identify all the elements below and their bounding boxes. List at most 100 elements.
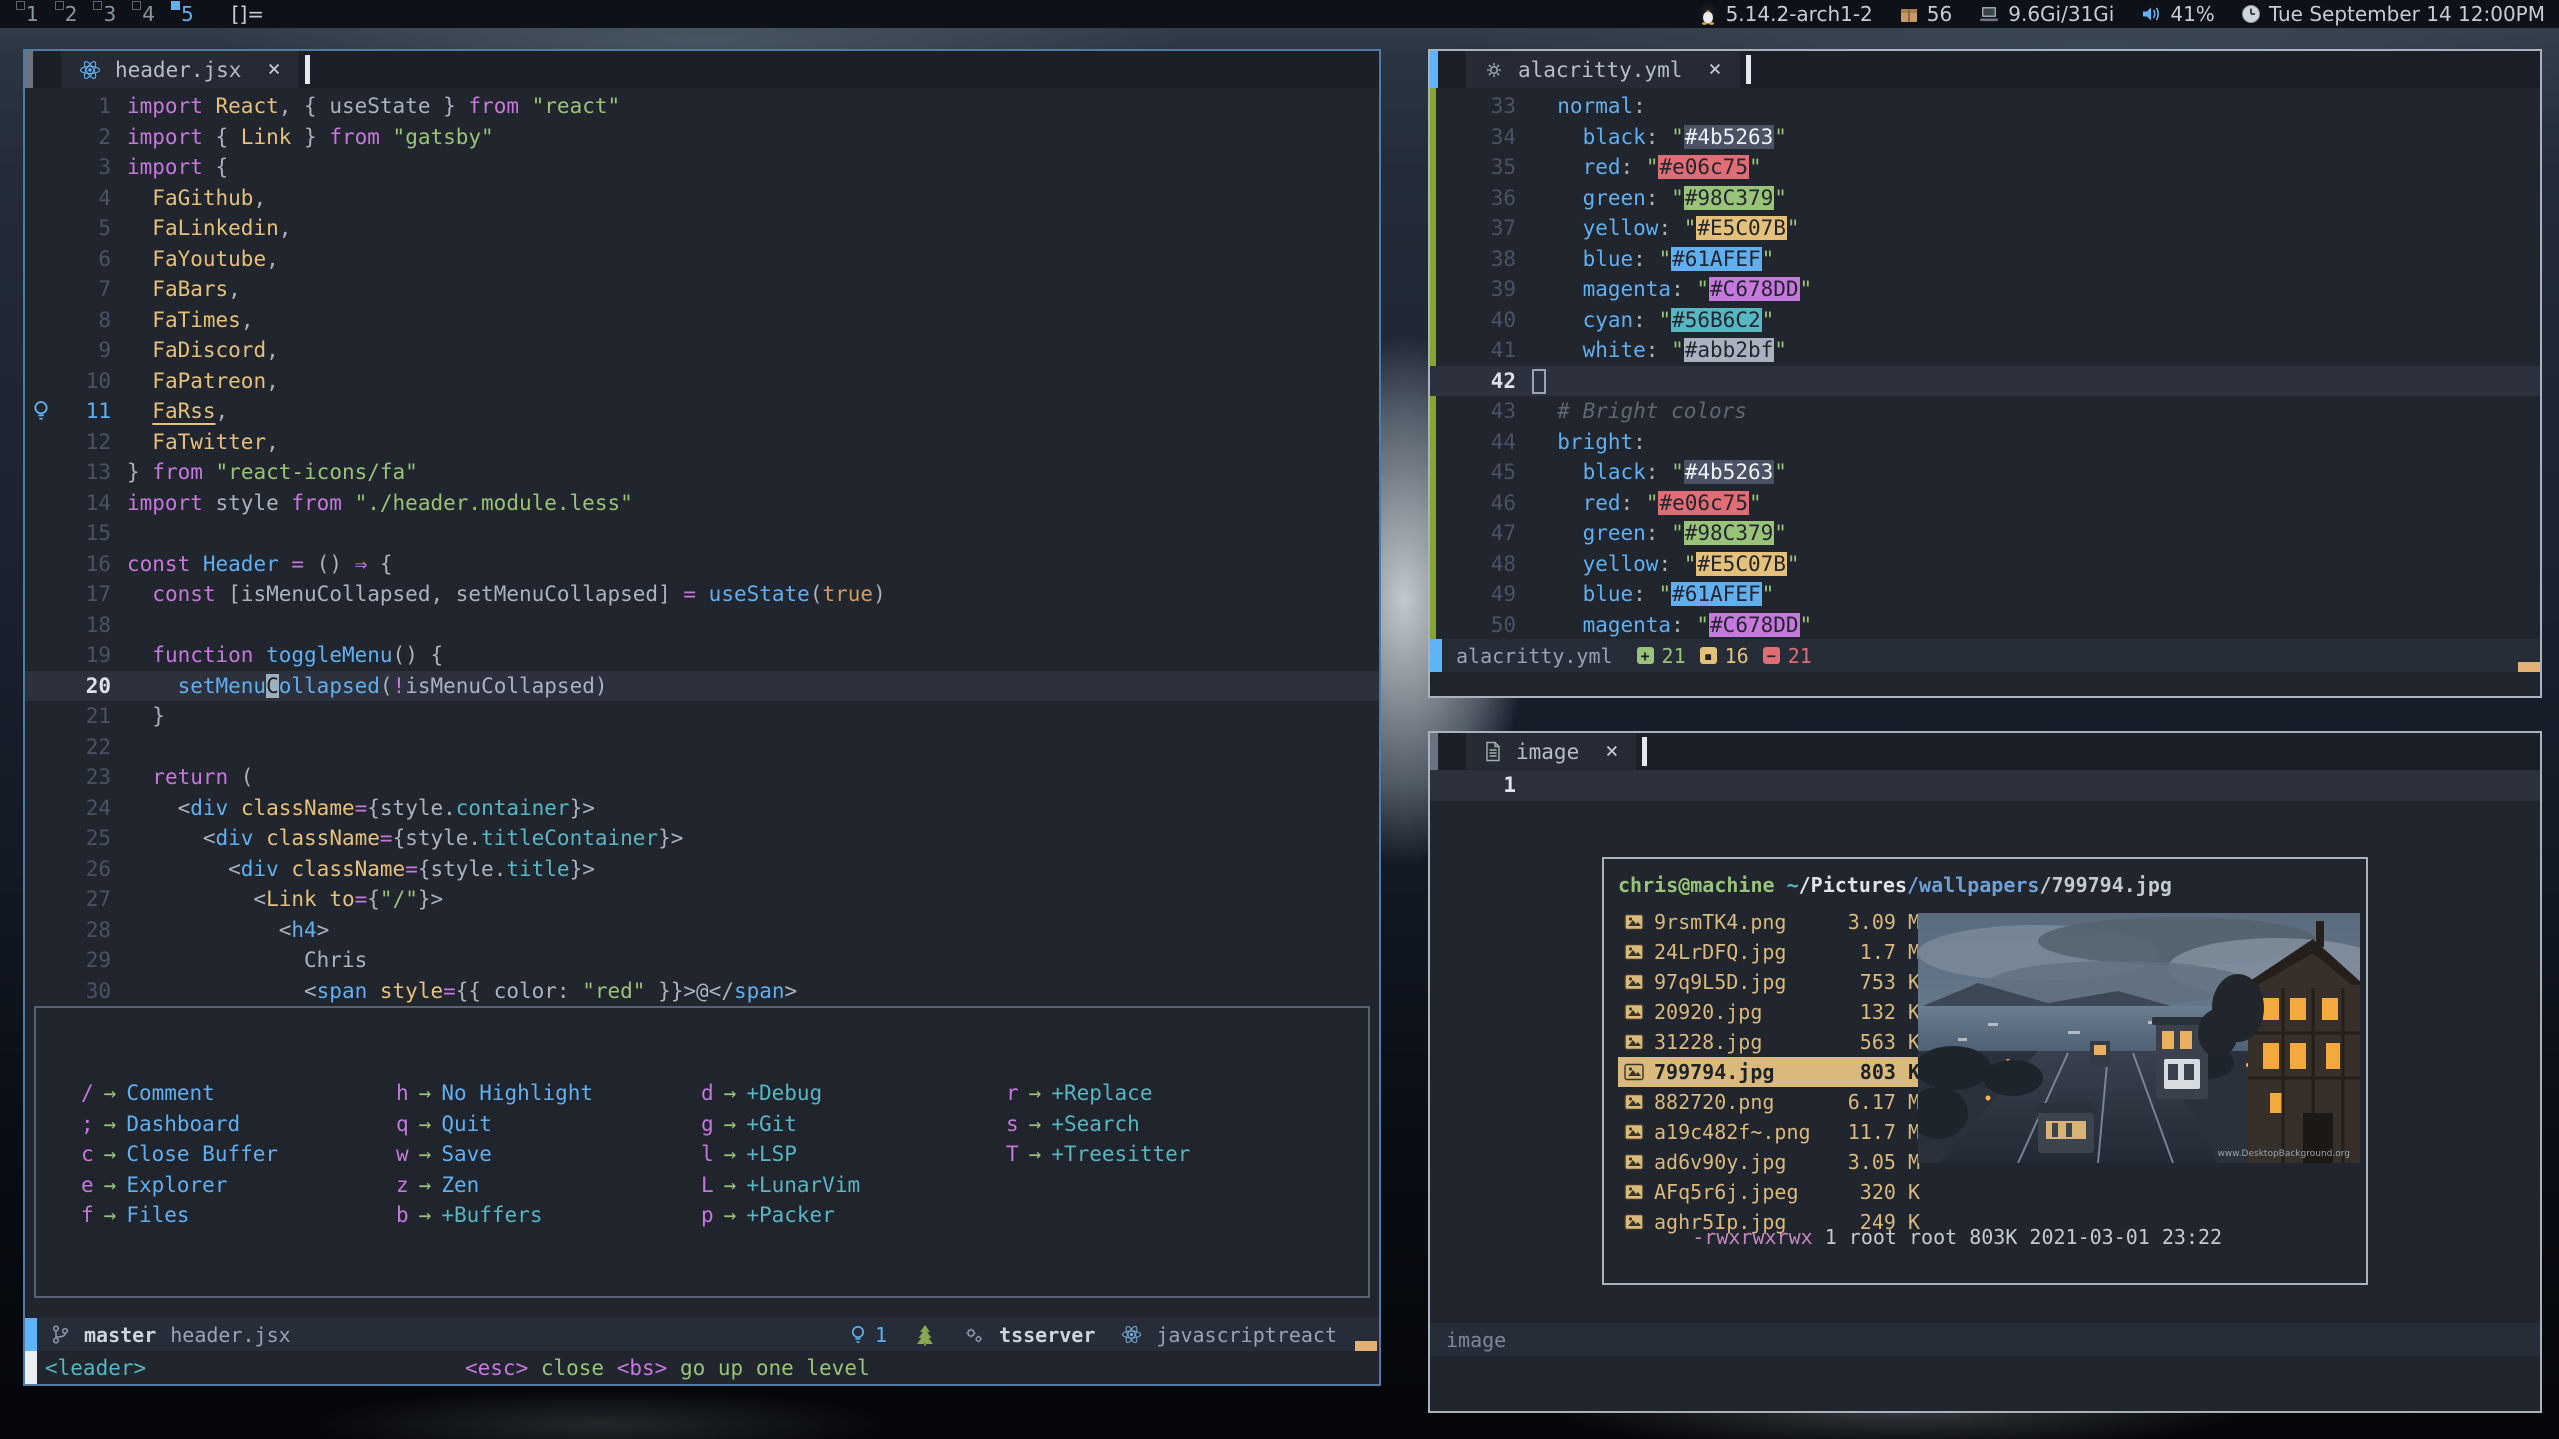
keybinding-no-highlight[interactable]: h→No Highlight bbox=[396, 1078, 701, 1109]
git-branch-name[interactable]: master bbox=[84, 1323, 156, 1347]
code-line-24[interactable]: 24 <div className={style.container}> bbox=[25, 793, 1379, 824]
code-line-39[interactable]: 39 magenta: "#C678DD" bbox=[1430, 274, 2540, 305]
close-icon[interactable]: × bbox=[267, 57, 280, 82]
keybinding-zen[interactable]: z→Zen bbox=[396, 1170, 701, 1201]
file-row-24LrDFQ.jpg[interactable]: 24LrDFQ.jpg1.7 M bbox=[1618, 937, 1920, 967]
keybinding-explorer[interactable]: e→Explorer bbox=[81, 1170, 396, 1201]
keybinding--buffers[interactable]: b→+Buffers bbox=[396, 1200, 701, 1231]
code-line-26[interactable]: 26 <div className={style.title}> bbox=[25, 854, 1379, 885]
keybinding-files[interactable]: f→Files bbox=[81, 1200, 396, 1231]
code-line-5[interactable]: 5 FaLinkedin, bbox=[25, 213, 1379, 244]
code-line-44[interactable]: 44 bright: bbox=[1430, 427, 2540, 458]
code-line-19[interactable]: 19 function toggleMenu() { bbox=[25, 640, 1379, 671]
tab-alacritty-yml[interactable]: alacritty.yml × bbox=[1466, 51, 1740, 88]
file-row-31228.jpg[interactable]: 31228.jpg563 K bbox=[1618, 1027, 1920, 1057]
code-line-29[interactable]: 29 Chris bbox=[25, 945, 1379, 976]
code-line-10[interactable]: 10 FaPatreon, bbox=[25, 366, 1379, 397]
code-line-21[interactable]: 21 } bbox=[25, 701, 1379, 732]
file-row-9rsmTK4.png[interactable]: 9rsmTK4.png3.09 M bbox=[1618, 907, 1920, 937]
keybinding--git[interactable]: g→+Git bbox=[701, 1109, 1006, 1140]
code-line-30[interactable]: 30 <span style={{ color: "red" }}>@</spa… bbox=[25, 976, 1379, 1007]
code-line-22[interactable]: 22 bbox=[25, 732, 1379, 763]
code-line-34[interactable]: 34 black: "#4b5263" bbox=[1430, 122, 2540, 153]
code-line-40[interactable]: 40 cyan: "#56B6C2" bbox=[1430, 305, 2540, 336]
code-line-13[interactable]: 13} from "react-icons/fa" bbox=[25, 457, 1379, 488]
keybinding-save[interactable]: w→Save bbox=[396, 1139, 701, 1170]
code-line-3[interactable]: 3import { bbox=[25, 152, 1379, 183]
scroll-indicator[interactable] bbox=[2518, 662, 2540, 672]
file-row-882720.png[interactable]: 882720.png6.17 M bbox=[1618, 1087, 1920, 1117]
code-line-38[interactable]: 38 blue: "#61AFEF" bbox=[1430, 244, 2540, 275]
keybinding--search[interactable]: s→+Search bbox=[1006, 1109, 1190, 1140]
keybinding--lunarvim[interactable]: L→+LunarVim bbox=[701, 1170, 1006, 1201]
code-line-25[interactable]: 25 <div className={style.titleContainer}… bbox=[25, 823, 1379, 854]
code-line-2[interactable]: 2import { Link } from "gatsby" bbox=[25, 122, 1379, 153]
left-code-area[interactable]: 1import React, { useState } from "react"… bbox=[25, 88, 1379, 1006]
file-row-a19c482f~.png[interactable]: a19c482f~.png11.7 M bbox=[1618, 1117, 1920, 1147]
topright-code-area[interactable]: 33 normal:34 black: "#4b5263"35 red: "#e… bbox=[1430, 88, 2540, 640]
line-number: 13 bbox=[25, 457, 127, 488]
close-icon[interactable]: × bbox=[1605, 739, 1618, 764]
code-line-43[interactable]: 43 # Bright colors bbox=[1430, 396, 2540, 427]
code-line-42[interactable]: 42 bbox=[1430, 366, 2540, 397]
code-line-47[interactable]: 47 green: "#98C379" bbox=[1430, 518, 2540, 549]
line-number: 1 bbox=[25, 91, 127, 122]
workspace-3[interactable]: 3 bbox=[103, 2, 116, 26]
code-line-14[interactable]: 14import style from "./header.module.les… bbox=[25, 488, 1379, 519]
workspace-4[interactable]: 4 bbox=[142, 2, 155, 26]
keybinding-quit[interactable]: q→Quit bbox=[396, 1109, 701, 1140]
keybinding--packer[interactable]: p→+Packer bbox=[701, 1200, 1006, 1231]
penguin-icon bbox=[1698, 3, 1718, 25]
file-row-ad6v90y.jpg[interactable]: ad6v90y.jpg3.05 M bbox=[1618, 1147, 1920, 1177]
code-line-48[interactable]: 48 yellow: "#E5C07B" bbox=[1430, 549, 2540, 580]
code-line-23[interactable]: 23 return ( bbox=[25, 762, 1379, 793]
code-line-1[interactable]: 1import React, { useState } from "react" bbox=[25, 91, 1379, 122]
code-line-28[interactable]: 28 <h4> bbox=[25, 915, 1379, 946]
code-line-11[interactable]: 11 FaRss, bbox=[25, 396, 1379, 427]
current-line[interactable]: 1 bbox=[1430, 770, 2540, 801]
code-line-27[interactable]: 27 <Link to={"/"}> bbox=[25, 884, 1379, 915]
file-row-20920.jpg[interactable]: 20920.jpg132 K bbox=[1618, 997, 1920, 1027]
layout-symbol[interactable]: []= bbox=[232, 2, 264, 26]
code-line-49[interactable]: 49 blue: "#61AFEF" bbox=[1430, 579, 2540, 610]
code-line-37[interactable]: 37 yellow: "#E5C07B" bbox=[1430, 213, 2540, 244]
keybinding--replace[interactable]: r→+Replace bbox=[1006, 1078, 1190, 1109]
keybinding--debug[interactable]: d→+Debug bbox=[701, 1078, 1006, 1109]
close-icon[interactable]: × bbox=[1708, 57, 1721, 82]
code-line-35[interactable]: 35 red: "#e06c75" bbox=[1430, 152, 2540, 183]
code-line-7[interactable]: 7 FaBars, bbox=[25, 274, 1379, 305]
code-line-17[interactable]: 17 const [isMenuCollapsed, setMenuCollap… bbox=[25, 579, 1379, 610]
workspace-5[interactable]: 5 bbox=[181, 2, 194, 26]
file-row-799794.jpg[interactable]: 799794.jpg803 K bbox=[1618, 1057, 1920, 1087]
line-number: 46 bbox=[1430, 488, 1532, 519]
code-line-20[interactable]: 20 setMenuCollapsed(!isMenuCollapsed) bbox=[25, 671, 1379, 702]
line-number: 40 bbox=[1430, 305, 1532, 336]
code-line-41[interactable]: 41 white: "#abb2bf" bbox=[1430, 335, 2540, 366]
keybinding--lsp[interactable]: l→+LSP bbox=[701, 1139, 1006, 1170]
scroll-indicator[interactable] bbox=[1355, 1341, 1377, 1351]
code-line-46[interactable]: 46 red: "#e06c75" bbox=[1430, 488, 2540, 519]
code-line-9[interactable]: 9 FaDiscord, bbox=[25, 335, 1379, 366]
code-line-4[interactable]: 4 FaGithub, bbox=[25, 183, 1379, 214]
gears-icon bbox=[963, 1324, 985, 1346]
code-line-8[interactable]: 8 FaTimes, bbox=[25, 305, 1379, 336]
code-line-6[interactable]: 6 FaYoutube, bbox=[25, 244, 1379, 275]
workspace-2[interactable]: 2 bbox=[65, 2, 78, 26]
code-line-33[interactable]: 33 normal: bbox=[1430, 91, 2540, 122]
keybinding--treesitter[interactable]: T→+Treesitter bbox=[1006, 1139, 1190, 1170]
tab-header-jsx[interactable]: header.jsx × bbox=[61, 51, 299, 88]
code-line-36[interactable]: 36 green: "#98C379" bbox=[1430, 183, 2540, 214]
code-line-18[interactable]: 18 bbox=[25, 610, 1379, 641]
tab-image[interactable]: image × bbox=[1466, 733, 1636, 770]
code-line-15[interactable]: 15 bbox=[25, 518, 1379, 549]
code-action-lightbulb-icon[interactable] bbox=[31, 399, 51, 423]
keybinding-comment[interactable]: /→Comment bbox=[81, 1078, 396, 1109]
code-line-45[interactable]: 45 black: "#4b5263" bbox=[1430, 457, 2540, 488]
keybinding-close-buffer[interactable]: c→Close Buffer bbox=[81, 1139, 396, 1170]
code-line-50[interactable]: 50 magenta: "#C678DD" bbox=[1430, 610, 2540, 641]
code-line-12[interactable]: 12 FaTwitter, bbox=[25, 427, 1379, 458]
file-row-97q9L5D.jpg[interactable]: 97q9L5D.jpg753 K bbox=[1618, 967, 1920, 997]
keybinding-dashboard[interactable]: ;→Dashboard bbox=[81, 1109, 396, 1140]
workspace-1[interactable]: 1 bbox=[26, 2, 39, 26]
code-line-16[interactable]: 16const Header = () ⇒ { bbox=[25, 549, 1379, 580]
